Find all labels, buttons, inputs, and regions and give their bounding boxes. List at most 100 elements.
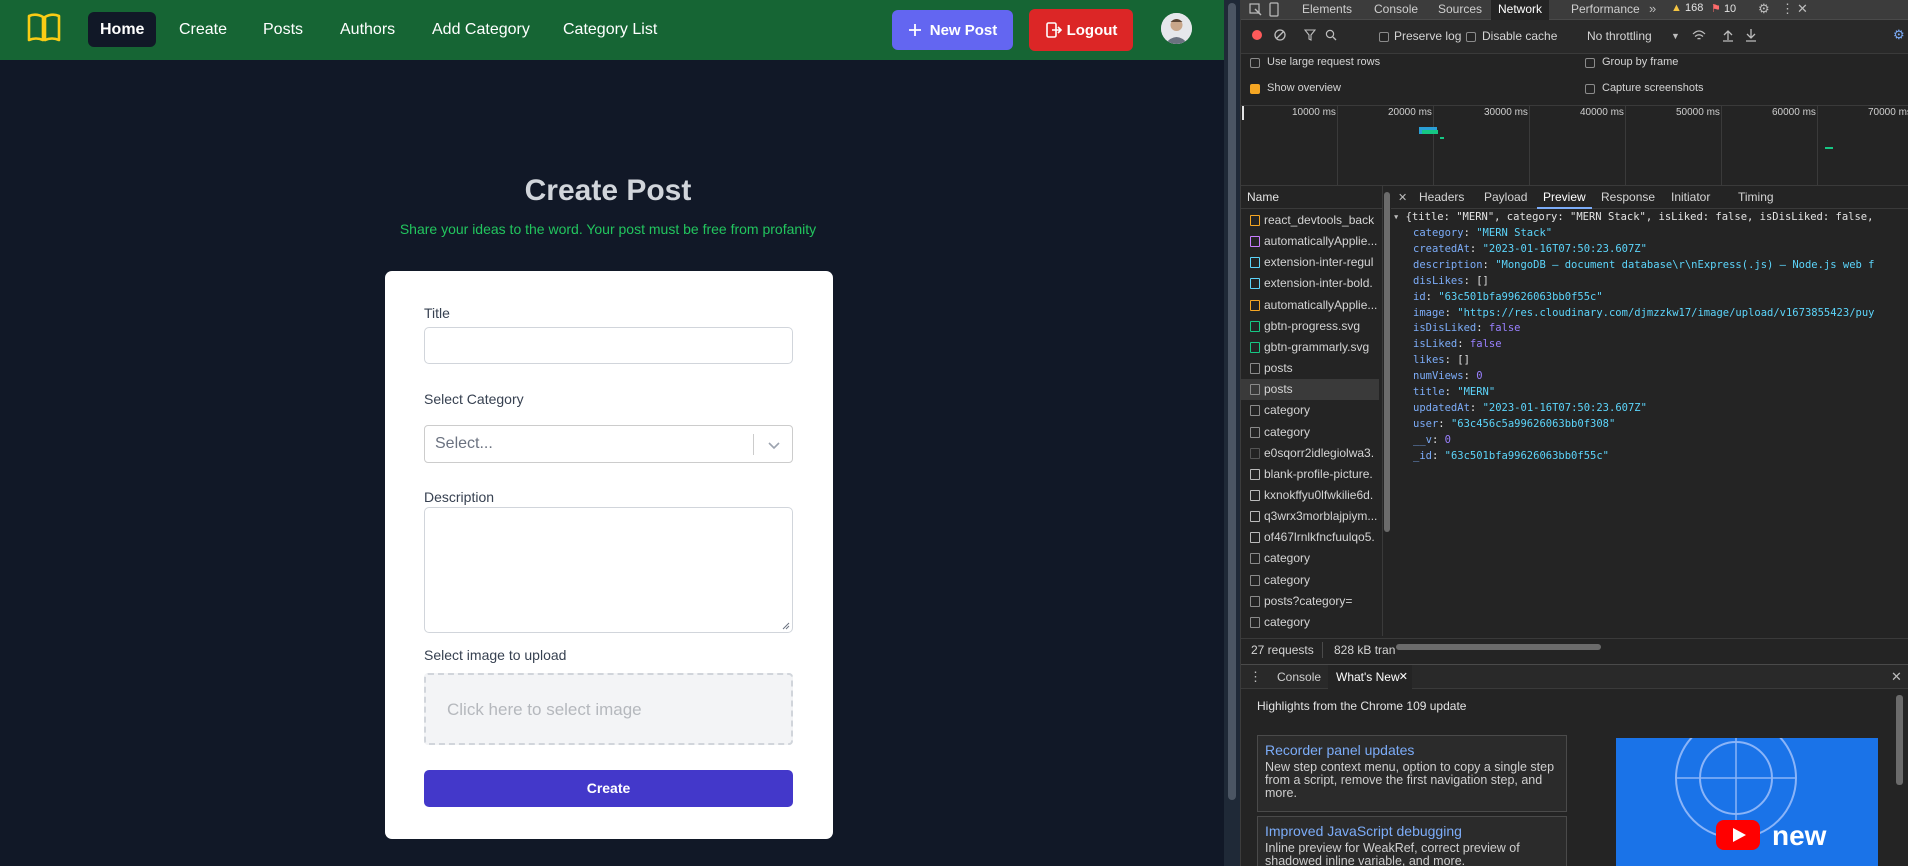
- record-icon[interactable]: [1251, 29, 1263, 41]
- tab-initiator[interactable]: Initiator: [1665, 186, 1716, 209]
- json-field[interactable]: createdAt: "2023-01-16T07:50:23.607Z": [1413, 241, 1647, 257]
- video-thumbnail[interactable]: new: [1616, 738, 1878, 866]
- preserve-log-checkbox[interactable]: [1379, 32, 1389, 42]
- logout-button[interactable]: Logout: [1029, 9, 1133, 51]
- nav-authors[interactable]: Authors: [328, 12, 407, 47]
- category-select[interactable]: Select...: [424, 425, 793, 463]
- close-drawer-icon[interactable]: ✕: [1891, 670, 1902, 684]
- drawer-tab-console[interactable]: Console: [1269, 665, 1329, 689]
- nav-add-category[interactable]: Add Category: [420, 12, 542, 47]
- json-field[interactable]: _id: "63c501bfa99626063bb0f55c": [1413, 448, 1609, 464]
- json-field[interactable]: user: "63c456c5a99626063bb0f308": [1413, 416, 1615, 432]
- name-column-header[interactable]: Name: [1241, 186, 1383, 209]
- network-settings-icon[interactable]: ⚙: [1893, 28, 1905, 42]
- json-field[interactable]: __v: 0: [1413, 432, 1451, 448]
- group-by-frame-checkbox[interactable]: [1585, 58, 1595, 68]
- throttling-dropdown-icon[interactable]: ▼: [1671, 29, 1680, 43]
- nav-posts[interactable]: Posts: [251, 12, 315, 47]
- show-overview-checkbox[interactable]: [1250, 84, 1260, 94]
- json-field[interactable]: updatedAt: "2023-01-16T07:50:23.607Z": [1413, 400, 1647, 416]
- tab-console[interactable]: Console: [1367, 0, 1425, 20]
- request-row[interactable]: automaticallyApplie...: [1241, 295, 1379, 316]
- import-har-icon[interactable]: [1722, 28, 1734, 42]
- request-row[interactable]: q3wrx3morblajpiym...: [1241, 506, 1379, 527]
- new-post-button[interactable]: New Post: [892, 10, 1013, 50]
- request-list-scrollbar[interactable]: [1383, 186, 1391, 636]
- tab-timing[interactable]: Timing: [1732, 186, 1780, 209]
- avatar[interactable]: [1161, 13, 1192, 44]
- request-row[interactable]: posts: [1241, 379, 1379, 401]
- json-field[interactable]: id: "63c501bfa99626063bb0f55c": [1413, 289, 1603, 305]
- json-field[interactable]: isDisLiked: false: [1413, 320, 1520, 336]
- news-card[interactable]: Improved JavaScript debugging Inline pre…: [1257, 816, 1567, 866]
- request-row[interactable]: category: [1241, 612, 1379, 633]
- request-row[interactable]: of467lrnlkfncfuulqo5.: [1241, 527, 1379, 548]
- tab-sources[interactable]: Sources: [1431, 0, 1489, 20]
- request-row[interactable]: category: [1241, 570, 1379, 591]
- nav-create[interactable]: Create: [167, 12, 239, 47]
- request-row[interactable]: category: [1241, 548, 1379, 569]
- tab-headers[interactable]: Headers: [1413, 186, 1470, 209]
- drawer-tab-whats-new[interactable]: What's New ✕: [1328, 665, 1412, 689]
- request-row[interactable]: kxnokffyu0lfwkilie6d.: [1241, 485, 1379, 506]
- description-textarea[interactable]: [424, 507, 793, 633]
- clear-icon[interactable]: [1274, 29, 1286, 41]
- tab-network[interactable]: Network: [1491, 0, 1550, 20]
- filter-icon[interactable]: [1304, 29, 1316, 41]
- inspect-element-icon[interactable]: [1249, 3, 1262, 16]
- tab-performance[interactable]: Performance: [1564, 0, 1647, 20]
- error-badge[interactable]: ⚑ 10: [1711, 2, 1736, 15]
- network-overview-timeline[interactable]: 10000 ms 20000 ms 30000 ms 40000 ms 5000…: [1241, 106, 1908, 186]
- json-field[interactable]: disLikes: []: [1413, 273, 1489, 289]
- resize-handle-icon[interactable]: [782, 622, 790, 630]
- details-hscrollbar[interactable]: [1396, 644, 1601, 650]
- drawer-menu-icon[interactable]: ⋮: [1249, 670, 1262, 684]
- capture-screenshots-checkbox[interactable]: [1585, 84, 1595, 94]
- close-devtools-icon[interactable]: ✕: [1797, 2, 1808, 16]
- search-icon[interactable]: [1325, 29, 1337, 41]
- json-field[interactable]: image: "https://res.cloudinary.com/djmzz…: [1413, 305, 1875, 321]
- chevron-down-icon[interactable]: [765, 436, 783, 454]
- scrollbar-thumb[interactable]: [1228, 3, 1236, 800]
- nav-category-list[interactable]: Category List: [551, 12, 669, 47]
- request-row[interactable]: posts?category=: [1241, 591, 1379, 612]
- tab-payload[interactable]: Payload: [1478, 186, 1533, 209]
- json-field[interactable]: isLiked: false: [1413, 336, 1502, 352]
- news-card[interactable]: Recorder panel updates New step context …: [1257, 735, 1567, 812]
- news-title[interactable]: Improved JavaScript debugging: [1265, 823, 1559, 839]
- large-rows-checkbox[interactable]: [1250, 58, 1260, 68]
- request-row[interactable]: extension-inter-regul: [1241, 252, 1379, 273]
- tab-elements[interactable]: Elements: [1295, 0, 1359, 20]
- request-row[interactable]: blank-profile-picture.: [1241, 464, 1379, 485]
- json-field[interactable]: description: "MongoDB — document databas…: [1413, 257, 1875, 273]
- tab-response[interactable]: Response: [1595, 186, 1661, 209]
- throttling-select[interactable]: No throttling: [1587, 29, 1652, 43]
- title-input[interactable]: [424, 327, 793, 364]
- request-row[interactable]: posts: [1241, 358, 1379, 379]
- page-scrollbar[interactable]: [1224, 0, 1240, 866]
- json-field[interactable]: title: "MERN": [1413, 384, 1495, 400]
- drawer-scrollbar[interactable]: [1896, 695, 1903, 785]
- request-row[interactable]: automaticallyApplie...: [1241, 231, 1379, 252]
- close-details-icon[interactable]: ✕: [1398, 191, 1407, 205]
- create-button[interactable]: Create: [424, 770, 793, 807]
- json-field[interactable]: category: "MERN Stack": [1413, 225, 1552, 241]
- request-row[interactable]: gbtn-grammarly.svg: [1241, 337, 1379, 358]
- request-row[interactable]: category: [1241, 422, 1379, 443]
- json-field[interactable]: likes: []: [1413, 352, 1470, 368]
- request-row[interactable]: gbtn-progress.svg: [1241, 316, 1379, 337]
- disable-cache-checkbox[interactable]: [1466, 32, 1476, 42]
- export-har-icon[interactable]: [1745, 28, 1757, 42]
- settings-gear-icon[interactable]: ⚙: [1758, 2, 1770, 16]
- device-toolbar-icon[interactable]: [1267, 2, 1280, 17]
- network-conditions-icon[interactable]: [1692, 28, 1706, 42]
- news-title[interactable]: Recorder panel updates: [1265, 742, 1559, 758]
- scrollbar-thumb[interactable]: [1384, 192, 1390, 532]
- json-field[interactable]: numViews: 0: [1413, 368, 1483, 384]
- request-row[interactable]: react_devtools_back: [1241, 210, 1379, 231]
- request-row[interactable]: e0sqorr2idlegiolwa3.: [1241, 443, 1379, 464]
- json-root-line[interactable]: ▾ {title: "MERN", category: "MERN Stack"…: [1393, 209, 1873, 225]
- image-dropzone[interactable]: Click here to select image: [424, 673, 793, 745]
- book-logo-icon[interactable]: [26, 12, 62, 44]
- warning-badge[interactable]: ▲ 168: [1671, 2, 1703, 14]
